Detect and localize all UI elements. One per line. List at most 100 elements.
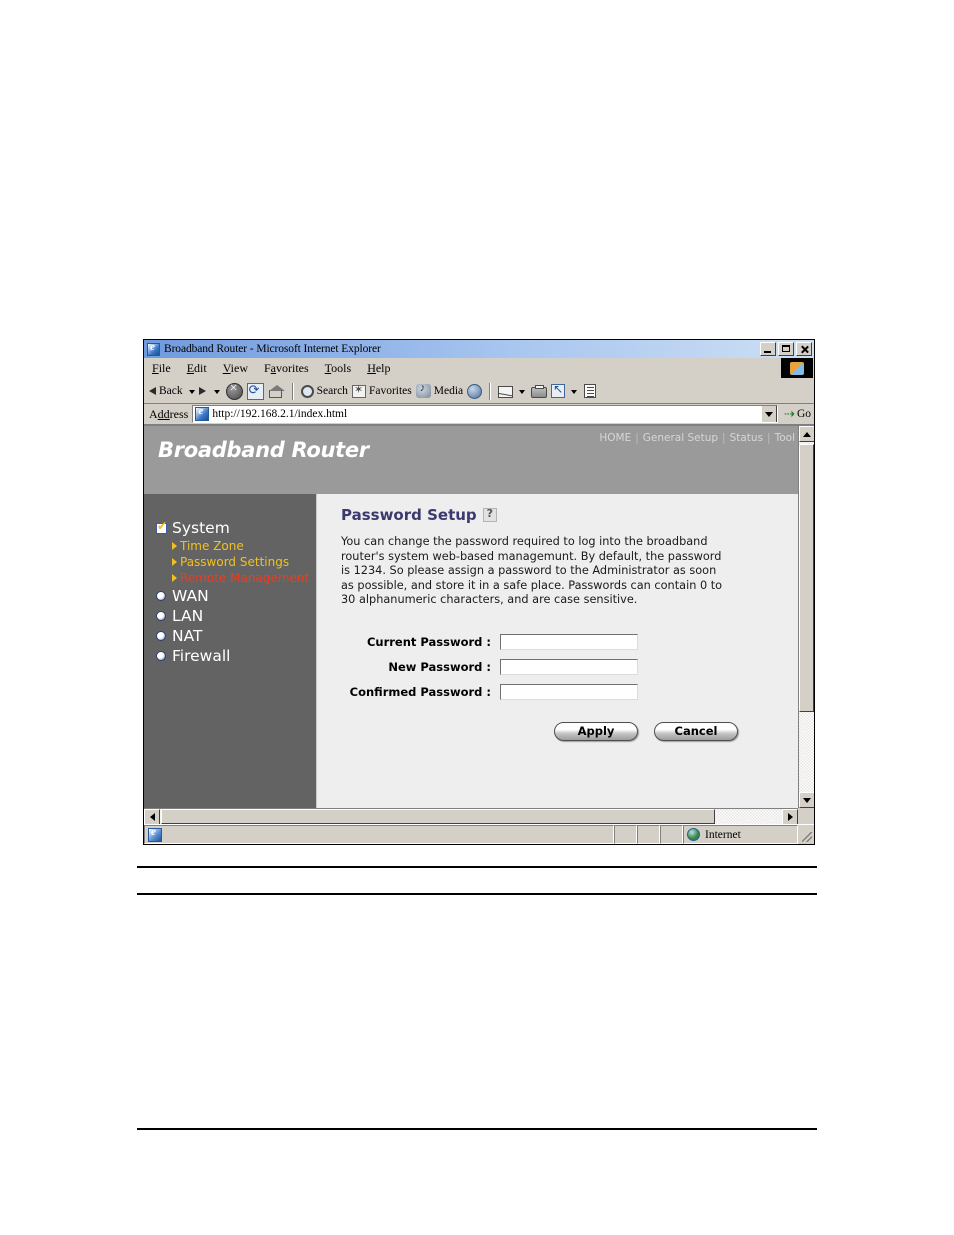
site-nav: HOME | General Setup | Status | Tool bbox=[596, 432, 798, 444]
scroll-up-button[interactable] bbox=[799, 426, 814, 442]
media-button[interactable]: Media bbox=[414, 382, 464, 398]
home-icon[interactable] bbox=[268, 383, 285, 400]
form-actions: Apply Cancel bbox=[341, 721, 780, 741]
nav-link-home[interactable]: HOME bbox=[596, 432, 634, 444]
media-icon bbox=[415, 382, 431, 398]
scroll-down-button[interactable] bbox=[799, 792, 814, 808]
nav-link-tool[interactable]: Tool bbox=[772, 432, 798, 444]
browser-window: Broadband Router - Microsoft Internet Ex… bbox=[143, 339, 815, 845]
sidebar-item-nat[interactable]: NAT bbox=[144, 626, 316, 646]
title-bar: Broadband Router - Microsoft Internet Ex… bbox=[144, 340, 814, 358]
menu-item-file[interactable]: File bbox=[144, 361, 179, 376]
sidebar-label-nat: NAT bbox=[172, 627, 203, 645]
security-zone-label: Internet bbox=[705, 828, 741, 841]
apply-button[interactable]: Apply bbox=[554, 721, 638, 741]
sidebar-item-lan[interactable]: LAN bbox=[144, 606, 316, 626]
scroll-right-button[interactable] bbox=[782, 809, 798, 824]
page-title: Password Setup bbox=[341, 506, 477, 524]
maximize-button[interactable] bbox=[778, 342, 794, 356]
stop-icon[interactable] bbox=[225, 381, 243, 400]
toolbar-separator bbox=[291, 382, 294, 400]
password-form: Current Password : New Password : Confir… bbox=[341, 633, 780, 700]
forward-button[interactable] bbox=[198, 387, 208, 395]
sidebar-item-wan[interactable]: WAN bbox=[144, 586, 316, 606]
new-password-input[interactable] bbox=[500, 658, 638, 675]
label-new-password: New Password : bbox=[388, 659, 491, 674]
arrow-right-icon bbox=[172, 542, 177, 550]
menu-item-edit[interactable]: Edit bbox=[179, 361, 215, 376]
discuss-icon[interactable] bbox=[584, 384, 597, 398]
check-icon bbox=[156, 520, 167, 534]
refresh-icon[interactable] bbox=[246, 382, 264, 400]
status-pane-1 bbox=[614, 825, 637, 844]
horizontal-scroll-track[interactable] bbox=[160, 809, 782, 824]
edit-dropdown-icon[interactable] bbox=[571, 390, 578, 394]
forward-dropdown-icon[interactable] bbox=[213, 390, 220, 394]
mail-dropdown-icon[interactable] bbox=[519, 390, 526, 394]
form-row-current-password: Current Password : bbox=[341, 633, 780, 650]
nav-link-general-setup[interactable]: General Setup bbox=[640, 432, 721, 444]
mail-icon[interactable] bbox=[498, 386, 514, 398]
scroll-left-button[interactable] bbox=[144, 809, 160, 824]
vertical-scroll-track[interactable] bbox=[799, 442, 814, 792]
close-button[interactable] bbox=[796, 342, 812, 356]
menu-item-favorites[interactable]: Favorites bbox=[256, 361, 317, 376]
address-dropdown-icon[interactable] bbox=[761, 406, 778, 422]
address-url-text: http://192.168.2.1/index.html bbox=[212, 408, 348, 420]
sidebar-label-remote-management: Remote Management bbox=[180, 571, 310, 585]
status-bar: Internet bbox=[144, 824, 814, 844]
ie-logo-icon bbox=[147, 341, 160, 356]
confirmed-password-input[interactable] bbox=[500, 683, 638, 700]
nav-link-status[interactable]: Status bbox=[727, 432, 766, 444]
sidebar: System Time Zone Password Settings Remot… bbox=[144, 494, 316, 808]
sidebar-item-remote-management[interactable]: Remote Management bbox=[144, 570, 316, 586]
horizontal-scrollbar[interactable] bbox=[144, 808, 798, 824]
cancel-button[interactable]: Cancel bbox=[654, 721, 738, 741]
nav-separator-2: | bbox=[722, 432, 726, 444]
status-message-pane bbox=[144, 825, 614, 844]
back-button[interactable]: Back bbox=[149, 385, 183, 397]
nav-separator-1: | bbox=[635, 432, 639, 444]
media-label: Media bbox=[433, 385, 464, 397]
minimize-button[interactable] bbox=[760, 342, 776, 356]
document-rule-bottom bbox=[137, 1128, 817, 1130]
address-label: Address bbox=[149, 406, 189, 421]
history-icon[interactable] bbox=[467, 383, 483, 399]
search-button[interactable]: Search bbox=[299, 384, 348, 398]
menu-item-help[interactable]: Help bbox=[359, 361, 398, 376]
vertical-scroll-thumb[interactable] bbox=[799, 444, 814, 712]
label-confirmed-password: Confirmed Password : bbox=[349, 684, 491, 699]
edit-icon[interactable] bbox=[551, 382, 566, 398]
sidebar-item-firewall[interactable]: Firewall bbox=[144, 646, 316, 666]
back-dropdown-icon[interactable] bbox=[188, 390, 195, 394]
form-row-new-password: New Password : bbox=[341, 658, 780, 675]
status-pane-2 bbox=[637, 825, 660, 844]
menu-item-tools[interactable]: Tools bbox=[317, 361, 360, 376]
vertical-scrollbar[interactable] bbox=[798, 426, 814, 808]
sidebar-item-password-settings[interactable]: Password Settings bbox=[144, 554, 316, 570]
toolbar-separator-2 bbox=[489, 382, 492, 400]
address-input[interactable]: http://192.168.2.1/index.html bbox=[192, 405, 779, 423]
current-password-input[interactable] bbox=[500, 633, 638, 650]
internet-globe-icon bbox=[687, 828, 700, 841]
print-icon[interactable] bbox=[531, 385, 548, 398]
help-question-icon[interactable] bbox=[482, 507, 497, 522]
arrow-right-icon bbox=[172, 558, 177, 566]
document-rule-top bbox=[137, 866, 817, 868]
site-header: Broadband Router HOME | General Setup | Stat… bbox=[144, 426, 798, 494]
go-button[interactable]: ⇢ Go bbox=[784, 406, 811, 422]
menu-item-view[interactable]: View bbox=[215, 361, 256, 376]
security-zone-pane: Internet bbox=[683, 825, 798, 844]
back-arrow-icon bbox=[149, 387, 156, 395]
favorites-button[interactable]: Favorites bbox=[350, 383, 412, 398]
site-body: System Time Zone Password Settings Remot… bbox=[144, 494, 798, 808]
sidebar-item-system[interactable]: System bbox=[144, 518, 316, 538]
sidebar-label-firewall: Firewall bbox=[172, 647, 231, 665]
sidebar-item-time-zone[interactable]: Time Zone bbox=[144, 538, 316, 554]
bullet-icon bbox=[156, 651, 166, 661]
resize-grip[interactable] bbox=[798, 825, 814, 844]
horizontal-scroll-thumb[interactable] bbox=[161, 809, 715, 824]
favorites-label: Favorites bbox=[368, 385, 412, 397]
sidebar-label-password-settings: Password Settings bbox=[180, 555, 290, 569]
go-arrow-icon: ⇢ bbox=[784, 406, 795, 421]
